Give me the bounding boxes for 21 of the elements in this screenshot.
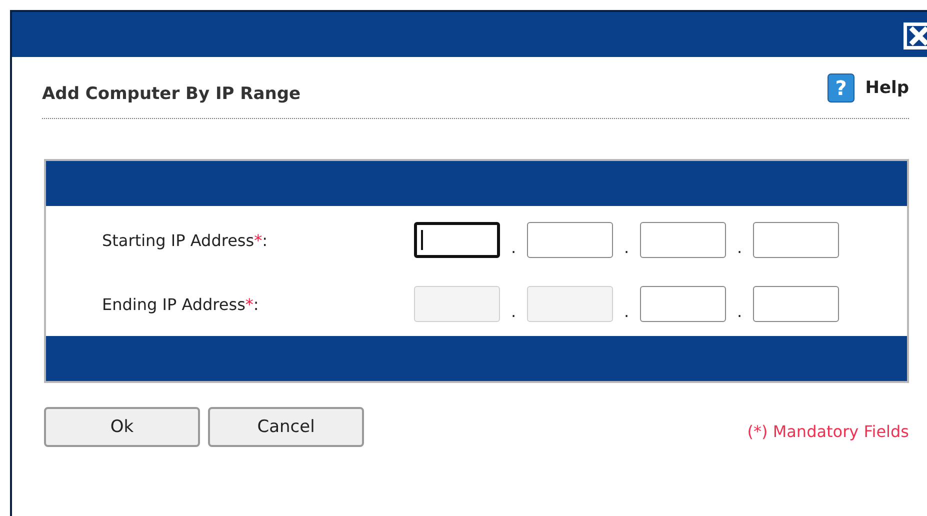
close-icon[interactable]	[903, 22, 927, 50]
ip-octet-field[interactable]	[753, 286, 839, 322]
field-label: Starting IP Address*:	[102, 230, 268, 250]
ip-octet-field[interactable]	[753, 222, 839, 258]
help-icon: ?	[827, 72, 856, 102]
ip-octet-field[interactable]	[640, 222, 726, 258]
ip-octet-field[interactable]	[414, 222, 500, 258]
dialog-title: Add Computer By IP Range	[42, 84, 301, 104]
octet-separator: .	[736, 236, 744, 256]
field-label: Ending IP Address*:	[102, 294, 260, 314]
octet-separator: .	[622, 236, 630, 256]
help-link[interactable]: ? Help	[827, 72, 909, 102]
ip-octet-field[interactable]	[527, 222, 613, 258]
cancel-button[interactable]: Cancel	[208, 407, 364, 447]
octet-separator: .	[510, 300, 518, 320]
octet-separator: .	[510, 236, 518, 256]
ip-octet-field[interactable]	[640, 286, 726, 322]
octet-separator: .	[736, 300, 744, 320]
ok-button[interactable]: Ok	[44, 407, 200, 447]
octet-separator: .	[622, 300, 630, 320]
mandatory-note: (*) Mandatory Fields	[747, 420, 909, 440]
